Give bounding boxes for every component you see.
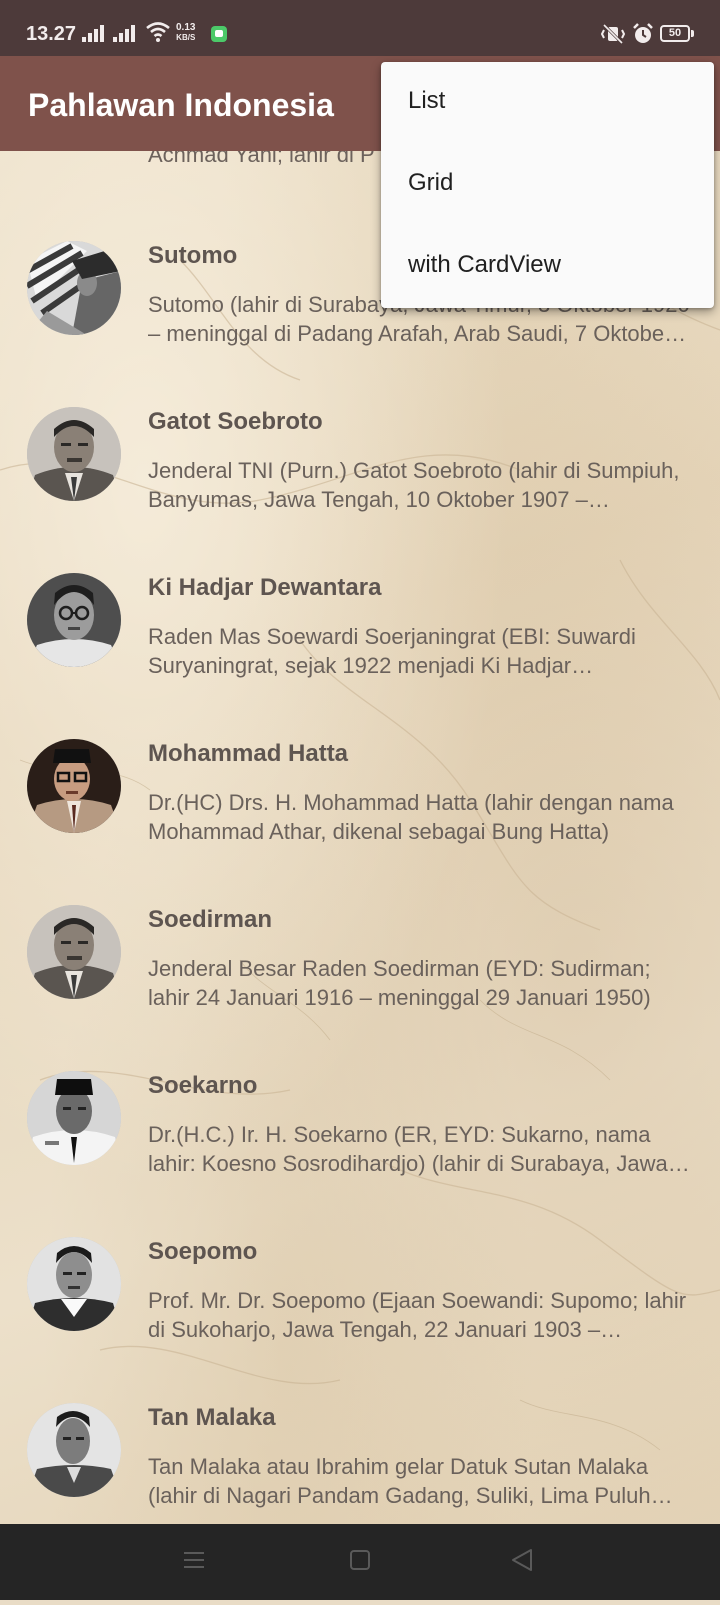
recent-apps-button[interactable] [154,1524,234,1600]
app-notification-icon [211,26,227,42]
item-name: Gatot Soebroto [148,408,323,435]
avatar [27,1403,121,1497]
status-time: 13.27 [26,23,77,45]
avatar [27,407,121,501]
item-description: Prof. Mr. Dr. Soepomo (Ejaan Soewandi: S… [148,1288,687,1342]
system-navigation-bar [0,1524,720,1600]
list-item[interactable]: Gatot Soebroto Jenderal TNI (Purn.) Gato… [0,387,720,553]
home-button[interactable] [320,1524,400,1600]
network-speed-unit: KB/S [176,33,196,42]
menu-icon [184,1552,204,1568]
back-triangle-icon [512,1549,532,1571]
back-button[interactable] [483,1524,563,1600]
item-description: Raden Mas Soewardi Soerjaningrat (EBI: S… [148,624,636,678]
list-item[interactable]: Tan Malaka Tan Malaka atau Ibrahim gelar… [0,1383,720,1524]
network-speed-value: 0.13 [176,22,196,33]
alarm-icon [632,23,654,50]
item-description: Jenderal TNI (Purn.) Gatot Soebroto (lah… [148,458,680,512]
list-item[interactable]: Soepomo Prof. Mr. Dr. Soepomo (Ejaan Soe… [0,1217,720,1383]
item-description: Tan Malaka atau Ibrahim gelar Datuk Suta… [148,1454,651,1508]
item-description: Jenderal Besar Raden Soedirman (EYD: Sud… [148,956,651,1010]
item-name: Tan Malaka [148,1404,276,1431]
options-menu: List Grid with CardView [381,62,714,308]
list-item[interactable]: Soekarno Dr.(H.C.) Ir. H. Soekarno (ER, … [0,1051,720,1217]
menu-item-label: with CardView [408,251,561,278]
avatar [27,573,121,667]
item-name: Soekarno [148,1072,258,1099]
avatar [27,905,121,999]
list-item[interactable]: Ki Hadjar Dewantara Raden Mas Soewardi S… [0,553,720,719]
menu-item-list[interactable]: List [381,62,714,144]
item-name: Mohammad Hatta [148,740,349,767]
item-name: Soedirman [148,906,273,933]
item-name: Soepomo [148,1238,258,1265]
menu-item-label: List [408,87,446,114]
hero-list[interactable]: Achmad Yani; lahir di P Sutomo Sutomo (l… [0,151,720,1524]
avatar [27,739,121,833]
item-description: Dr.(HC) Drs. H. Mohammad Hatta (lahir de… [148,790,674,844]
home-square-icon [350,1550,370,1570]
app-title: Pahlawan Indonesia [28,87,334,123]
partially-visible-description: Achmad Yani; lahir di P [148,151,375,167]
menu-item-label: Grid [408,169,454,196]
avatar [27,241,121,335]
signal-icon [113,24,137,47]
network-speed: 0.13 KB/S [176,23,195,43]
battery-tip [691,30,694,37]
menu-item-grid[interactable]: Grid [381,144,714,226]
vibrate-icon [600,23,626,49]
signal-icon [82,24,106,47]
item-name: Sutomo [148,242,238,269]
list-item[interactable]: Soedirman Jenderal Besar Raden Soedirman… [0,885,720,1051]
list-item[interactable]: Mohammad Hatta Dr.(HC) Drs. H. Mohammad … [0,719,720,885]
item-name: Ki Hadjar Dewantara [148,574,382,601]
battery-icon: 50 [660,25,690,42]
avatar [27,1071,121,1165]
avatar [27,1237,121,1331]
menu-item-cardview[interactable]: with CardView [381,226,714,308]
item-description: Dr.(H.C.) Ir. H. Soekarno (ER, EYD: Suka… [148,1122,668,1176]
wifi-icon [146,22,170,47]
